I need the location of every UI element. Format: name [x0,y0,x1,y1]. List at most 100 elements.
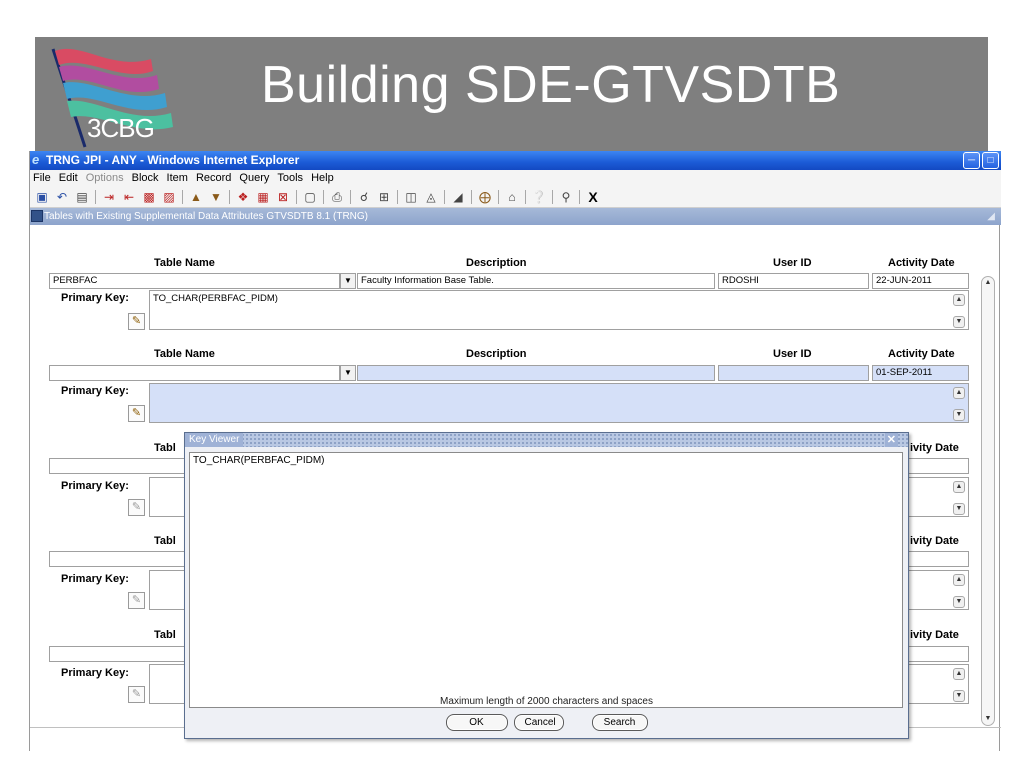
toolbar-separator [182,189,183,204]
toolbar-separator [95,189,96,204]
logo-text: 3CBG [87,113,155,143]
previous-block-icon[interactable]: ⇤ [120,188,138,206]
save-icon[interactable]: ▣ [33,188,51,206]
user-id-field[interactable]: RDOSHI [718,273,869,289]
dialog-titlebar[interactable]: Key Viewer ✕ [185,433,908,447]
execute-query-icon[interactable]: ▦ [254,188,272,206]
dialog-title: Key Viewer [185,433,244,447]
maximize-button[interactable]: □ [982,152,999,169]
table-name-field[interactable]: PERBFAC [49,273,340,289]
search-button[interactable]: Search [591,714,648,731]
close-icon[interactable]: ✕ [884,433,898,447]
scroll-up-icon[interactable]: ▲ [953,387,965,399]
activity-date-field[interactable]: 01-SEP-2011 [872,365,969,381]
rollback-icon[interactable]: ↶ [53,188,71,206]
edit-pencil-icon[interactable]: ✎ [128,405,145,422]
import-icon[interactable]: ◬ [422,188,440,206]
open-icon[interactable]: ▢ [301,188,319,206]
toolbar-separator [579,189,580,204]
target-icon[interactable]: ⨁ [476,188,494,206]
menu-record[interactable]: Record [196,170,231,186]
scroll-down-icon[interactable]: ▼ [953,316,965,328]
table-name-field[interactable] [49,365,340,381]
primary-key-label: Primary Key: [61,292,129,304]
menu-tools[interactable]: Tools [277,170,303,186]
resize-icon[interactable]: ◢ [987,208,995,225]
primary-key-label: Primary Key: [61,385,129,397]
toolbar-separator [525,189,526,204]
scroll-up-icon[interactable]: ▲ [953,481,965,493]
primary-key-label: Primary Key: [61,667,129,679]
remove-record-icon[interactable]: ▨ [160,188,178,206]
scroll-up-icon[interactable]: ▲ [953,574,965,586]
menu-query[interactable]: Query [239,170,269,186]
primary-key-label: Primary Key: [61,573,129,585]
header-activity-date-partial: ivity Date [910,535,959,547]
menu-edit[interactable]: Edit [59,170,78,186]
records-scrollbar[interactable]: ▲ ▼ [981,276,995,726]
lightbulb-icon[interactable]: ⚲ [557,188,575,206]
menu-options[interactable]: Options [86,170,124,186]
key-viewer-textarea[interactable]: TO_CHAR(PERBFAC_PIDM) [189,452,903,708]
description-field[interactable] [357,365,715,381]
scroll-up-icon[interactable]: ▲ [953,668,965,680]
scroll-down-icon[interactable]: ▼ [953,503,965,515]
ok-button[interactable]: OK [445,714,508,731]
menu-help[interactable]: Help [311,170,334,186]
form-title-bar: Tables with Existing Supplemental Data A… [30,208,1001,225]
edit-pencil-icon[interactable]: ✎ [128,313,145,330]
toolbar-separator [296,189,297,204]
search-icon[interactable]: ☌ [355,188,373,206]
scroll-down-icon[interactable]: ▼ [953,596,965,608]
edit-pencil-icon[interactable]: ✎ [128,499,145,516]
scroll-down-icon[interactable]: ▼ [953,409,965,421]
speaker-icon[interactable]: ◢ [449,188,467,206]
user-id-field[interactable] [718,365,869,381]
primary-key-field[interactable] [149,383,969,423]
description-field[interactable]: Faculty Information Base Table. [357,273,715,289]
header-activity-date: Activity Date [888,348,955,360]
exit-button[interactable]: X [584,189,602,205]
help-icon[interactable]: ❔ [530,188,548,206]
print-page-icon[interactable]: ▤ [73,188,91,206]
cancel-button[interactable]: Cancel [513,714,564,731]
insert-record-icon[interactable]: ▩ [140,188,158,206]
next-block-icon[interactable]: ⇥ [100,188,118,206]
toolbar-separator [444,189,445,204]
minimize-button[interactable]: ─ [963,152,980,169]
slide-banner: 3CBG Building SDE-GTVSDTB [35,37,988,151]
export-icon[interactable]: ◫ [402,188,420,206]
enter-query-icon[interactable]: ❖ [234,188,252,206]
header-table-name-partial: Tabl [154,442,176,454]
primary-key-field[interactable]: TO_CHAR(PERBFAC_PIDM) [149,290,969,330]
scroll-up-icon[interactable]: ▲ [982,277,994,289]
toolbar-separator [498,189,499,204]
slide: 3CBG Building SDE-GTVSDTB e TRNG JPI - A… [0,0,1024,768]
header-table-name-partial: Tabl [154,629,176,641]
header-activity-date-partial: ivity Date [910,629,959,641]
previous-record-icon[interactable]: ▲ [187,188,205,206]
toolbar-separator [471,189,472,204]
scroll-up-icon[interactable]: ▲ [953,294,965,306]
scroll-down-icon[interactable]: ▼ [953,690,965,702]
next-record-icon[interactable]: ▼ [207,188,225,206]
dropdown-arrow-icon[interactable]: ▼ [340,273,356,289]
edit-pencil-icon[interactable]: ✎ [128,592,145,609]
toolbar-separator [229,189,230,204]
window-titlebar[interactable]: e TRNG JPI - ANY - Windows Internet Expl… [30,151,1001,170]
scroll-down-icon[interactable]: ▼ [982,713,994,725]
cancel-query-icon[interactable]: ⊠ [274,188,292,206]
primary-key-label: Primary Key: [61,480,129,492]
edit-pencil-icon[interactable]: ✎ [128,686,145,703]
menu-file[interactable]: File [33,170,51,186]
header-user-id: User ID [773,257,812,269]
header-user-id: User ID [773,348,812,360]
activity-date-field[interactable]: 22-JUN-2011 [872,273,969,289]
key-viewer-dialog: Key Viewer ✕ TO_CHAR(PERBFAC_PIDM) Maxim… [184,432,909,739]
print-icon[interactable]: ⎙ [328,188,346,206]
menu-block[interactable]: Block [132,170,159,186]
menu-item[interactable]: Item [167,170,188,186]
home-icon[interactable]: ⌂ [503,188,521,206]
dropdown-arrow-icon[interactable]: ▼ [340,365,356,381]
add-icon[interactable]: ⊞ [375,188,393,206]
